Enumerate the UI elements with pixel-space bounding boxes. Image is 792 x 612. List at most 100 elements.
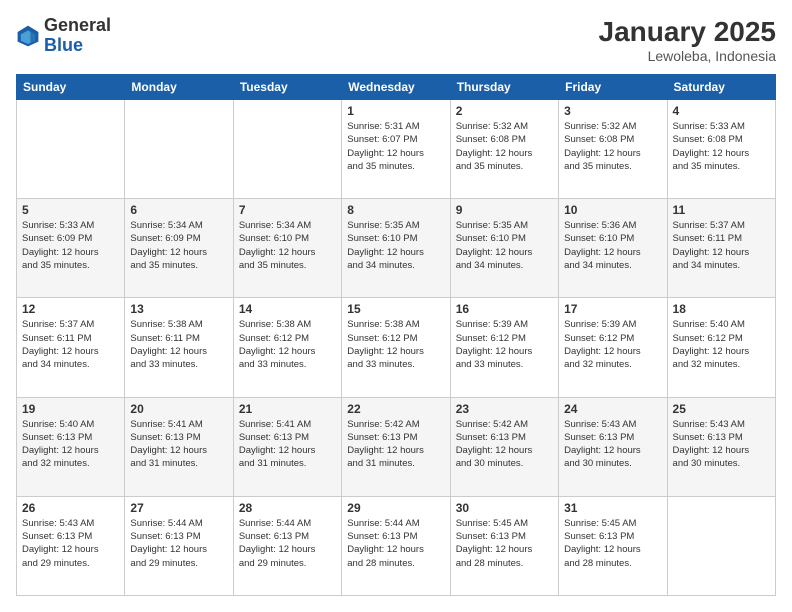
day-number: 9 bbox=[456, 203, 553, 217]
day-number: 25 bbox=[673, 402, 770, 416]
day-info: Sunrise: 5:38 AM Sunset: 6:12 PM Dayligh… bbox=[239, 318, 336, 371]
day-info: Sunrise: 5:31 AM Sunset: 6:07 PM Dayligh… bbox=[347, 120, 444, 173]
calendar-cell: 24 Sunrise: 5:43 AM Sunset: 6:13 PM Dayli… bbox=[559, 397, 667, 496]
day-number: 23 bbox=[456, 402, 553, 416]
day-info: Sunrise: 5:35 AM Sunset: 6:10 PM Dayligh… bbox=[456, 219, 553, 272]
calendar-cell: 3 Sunrise: 5:32 AM Sunset: 6:08 PM Daylig… bbox=[559, 100, 667, 199]
header-monday: Monday bbox=[125, 75, 233, 100]
calendar-cell: 28 Sunrise: 5:44 AM Sunset: 6:13 PM Dayli… bbox=[233, 496, 341, 595]
logo: General Blue bbox=[16, 16, 111, 56]
calendar-cell: 10 Sunrise: 5:36 AM Sunset: 6:10 PM Dayli… bbox=[559, 199, 667, 298]
day-info: Sunrise: 5:37 AM Sunset: 6:11 PM Dayligh… bbox=[22, 318, 119, 371]
day-info: Sunrise: 5:39 AM Sunset: 6:12 PM Dayligh… bbox=[564, 318, 661, 371]
day-number: 28 bbox=[239, 501, 336, 515]
day-info: Sunrise: 5:34 AM Sunset: 6:09 PM Dayligh… bbox=[130, 219, 227, 272]
logo-general-text: General bbox=[44, 15, 111, 35]
calendar-cell: 22 Sunrise: 5:42 AM Sunset: 6:13 PM Dayli… bbox=[342, 397, 450, 496]
day-number: 12 bbox=[22, 302, 119, 316]
day-number: 6 bbox=[130, 203, 227, 217]
calendar-cell: 23Sunrise: 5:42 AM Sunset: 6:13 PM Dayli… bbox=[450, 397, 558, 496]
calendar-table: Sunday Monday Tuesday Wednesday Thursday… bbox=[16, 74, 776, 596]
day-info: Sunrise: 5:39 AM Sunset: 6:12 PM Dayligh… bbox=[456, 318, 553, 371]
day-info: Sunrise: 5:38 AM Sunset: 6:11 PM Dayligh… bbox=[130, 318, 227, 371]
day-number: 27 bbox=[130, 501, 227, 515]
calendar-cell: 9 Sunrise: 5:35 AM Sunset: 6:10 PM Daylig… bbox=[450, 199, 558, 298]
day-number: 3 bbox=[564, 104, 661, 118]
day-info: Sunrise: 5:43 AM Sunset: 6:13 PM Dayligh… bbox=[673, 418, 770, 471]
day-number: 7 bbox=[239, 203, 336, 217]
calendar-cell: 8 Sunrise: 5:35 AM Sunset: 6:10 PM Daylig… bbox=[342, 199, 450, 298]
calendar-cell bbox=[667, 496, 775, 595]
day-info: Sunrise: 5:40 AM Sunset: 6:12 PM Dayligh… bbox=[673, 318, 770, 371]
day-number: 13 bbox=[130, 302, 227, 316]
calendar-week-row: 12 Sunrise: 5:37 AM Sunset: 6:11 PM Dayli… bbox=[17, 298, 776, 397]
header-sunday: Sunday bbox=[17, 75, 125, 100]
calendar-week-row: 19 Sunrise: 5:40 AM Sunset: 6:13 PM Dayli… bbox=[17, 397, 776, 496]
day-number: 15 bbox=[347, 302, 444, 316]
day-info: Sunrise: 5:37 AM Sunset: 6:11 PM Dayligh… bbox=[673, 219, 770, 272]
calendar-cell: 20Sunrise: 5:41 AM Sunset: 6:13 PM Dayli… bbox=[125, 397, 233, 496]
day-number: 10 bbox=[564, 203, 661, 217]
calendar-cell: 30 Sunrise: 5:45 AM Sunset: 6:13 PM Dayli… bbox=[450, 496, 558, 595]
calendar-cell: 19 Sunrise: 5:40 AM Sunset: 6:13 PM Dayli… bbox=[17, 397, 125, 496]
day-info: Sunrise: 5:44 AM Sunset: 6:13 PM Dayligh… bbox=[239, 517, 336, 570]
calendar-cell: 6 Sunrise: 5:34 AM Sunset: 6:09 PM Daylig… bbox=[125, 199, 233, 298]
day-number: 21 bbox=[239, 402, 336, 416]
day-info: Sunrise: 5:41 AM Sunset: 6:13 PM Dayligh… bbox=[239, 418, 336, 471]
calendar-cell: 25 Sunrise: 5:43 AM Sunset: 6:13 PM Dayli… bbox=[667, 397, 775, 496]
title-block: January 2025 Lewoleba, Indonesia bbox=[599, 16, 776, 64]
calendar-cell: 14 Sunrise: 5:38 AM Sunset: 6:12 PM Dayli… bbox=[233, 298, 341, 397]
day-number: 18 bbox=[673, 302, 770, 316]
day-number: 1 bbox=[347, 104, 444, 118]
day-number: 4 bbox=[673, 104, 770, 118]
day-info: Sunrise: 5:42 AM Sunset: 6:13 PM Dayligh… bbox=[347, 418, 444, 471]
calendar-cell: 15 Sunrise: 5:38 AM Sunset: 6:12 PM Dayli… bbox=[342, 298, 450, 397]
calendar-cell: 12 Sunrise: 5:37 AM Sunset: 6:11 PM Dayli… bbox=[17, 298, 125, 397]
logo-blue-text: Blue bbox=[44, 35, 83, 55]
day-number: 11 bbox=[673, 203, 770, 217]
calendar-cell: 27 Sunrise: 5:44 AM Sunset: 6:13 PM Dayli… bbox=[125, 496, 233, 595]
day-info: Sunrise: 5:32 AM Sunset: 6:08 PM Dayligh… bbox=[564, 120, 661, 173]
logo-icon bbox=[16, 24, 40, 48]
page: General Blue January 2025 Lewoleba, Indo… bbox=[0, 0, 792, 612]
day-number: 20 bbox=[130, 402, 227, 416]
day-info: Sunrise: 5:34 AM Sunset: 6:10 PM Dayligh… bbox=[239, 219, 336, 272]
day-number: 24 bbox=[564, 402, 661, 416]
day-number: 19 bbox=[22, 402, 119, 416]
day-number: 8 bbox=[347, 203, 444, 217]
day-info: Sunrise: 5:44 AM Sunset: 6:13 PM Dayligh… bbox=[130, 517, 227, 570]
day-info: Sunrise: 5:43 AM Sunset: 6:13 PM Dayligh… bbox=[564, 418, 661, 471]
calendar-cell: 5 Sunrise: 5:33 AM Sunset: 6:09 PM Daylig… bbox=[17, 199, 125, 298]
calendar-cell bbox=[233, 100, 341, 199]
day-number: 17 bbox=[564, 302, 661, 316]
calendar-cell: 7 Sunrise: 5:34 AM Sunset: 6:10 PM Daylig… bbox=[233, 199, 341, 298]
calendar-cell: 16 Sunrise: 5:39 AM Sunset: 6:12 PM Dayli… bbox=[450, 298, 558, 397]
header: General Blue January 2025 Lewoleba, Indo… bbox=[16, 16, 776, 64]
calendar-week-row: 26Sunrise: 5:43 AM Sunset: 6:13 PM Dayli… bbox=[17, 496, 776, 595]
calendar-cell: 26Sunrise: 5:43 AM Sunset: 6:13 PM Dayli… bbox=[17, 496, 125, 595]
day-info: Sunrise: 5:38 AM Sunset: 6:12 PM Dayligh… bbox=[347, 318, 444, 371]
day-number: 31 bbox=[564, 501, 661, 515]
day-number: 29 bbox=[347, 501, 444, 515]
day-info: Sunrise: 5:33 AM Sunset: 6:09 PM Dayligh… bbox=[22, 219, 119, 272]
weekday-header-row: Sunday Monday Tuesday Wednesday Thursday… bbox=[17, 75, 776, 100]
day-info: Sunrise: 5:36 AM Sunset: 6:10 PM Dayligh… bbox=[564, 219, 661, 272]
day-info: Sunrise: 5:45 AM Sunset: 6:13 PM Dayligh… bbox=[456, 517, 553, 570]
day-number: 16 bbox=[456, 302, 553, 316]
calendar-cell: 2 Sunrise: 5:32 AM Sunset: 6:08 PM Daylig… bbox=[450, 100, 558, 199]
header-tuesday: Tuesday bbox=[233, 75, 341, 100]
calendar-week-row: 1 Sunrise: 5:31 AM Sunset: 6:07 PM Daylig… bbox=[17, 100, 776, 199]
day-number: 2 bbox=[456, 104, 553, 118]
header-wednesday: Wednesday bbox=[342, 75, 450, 100]
day-number: 5 bbox=[22, 203, 119, 217]
day-info: Sunrise: 5:32 AM Sunset: 6:08 PM Dayligh… bbox=[456, 120, 553, 173]
calendar-cell: 29Sunrise: 5:44 AM Sunset: 6:13 PM Dayli… bbox=[342, 496, 450, 595]
day-info: Sunrise: 5:40 AM Sunset: 6:13 PM Dayligh… bbox=[22, 418, 119, 471]
day-number: 30 bbox=[456, 501, 553, 515]
day-number: 14 bbox=[239, 302, 336, 316]
calendar-cell bbox=[17, 100, 125, 199]
day-number: 22 bbox=[347, 402, 444, 416]
calendar-cell: 17 Sunrise: 5:39 AM Sunset: 6:12 PM Dayli… bbox=[559, 298, 667, 397]
day-info: Sunrise: 5:35 AM Sunset: 6:10 PM Dayligh… bbox=[347, 219, 444, 272]
calendar-cell: 4Sunrise: 5:33 AM Sunset: 6:08 PM Daylig… bbox=[667, 100, 775, 199]
